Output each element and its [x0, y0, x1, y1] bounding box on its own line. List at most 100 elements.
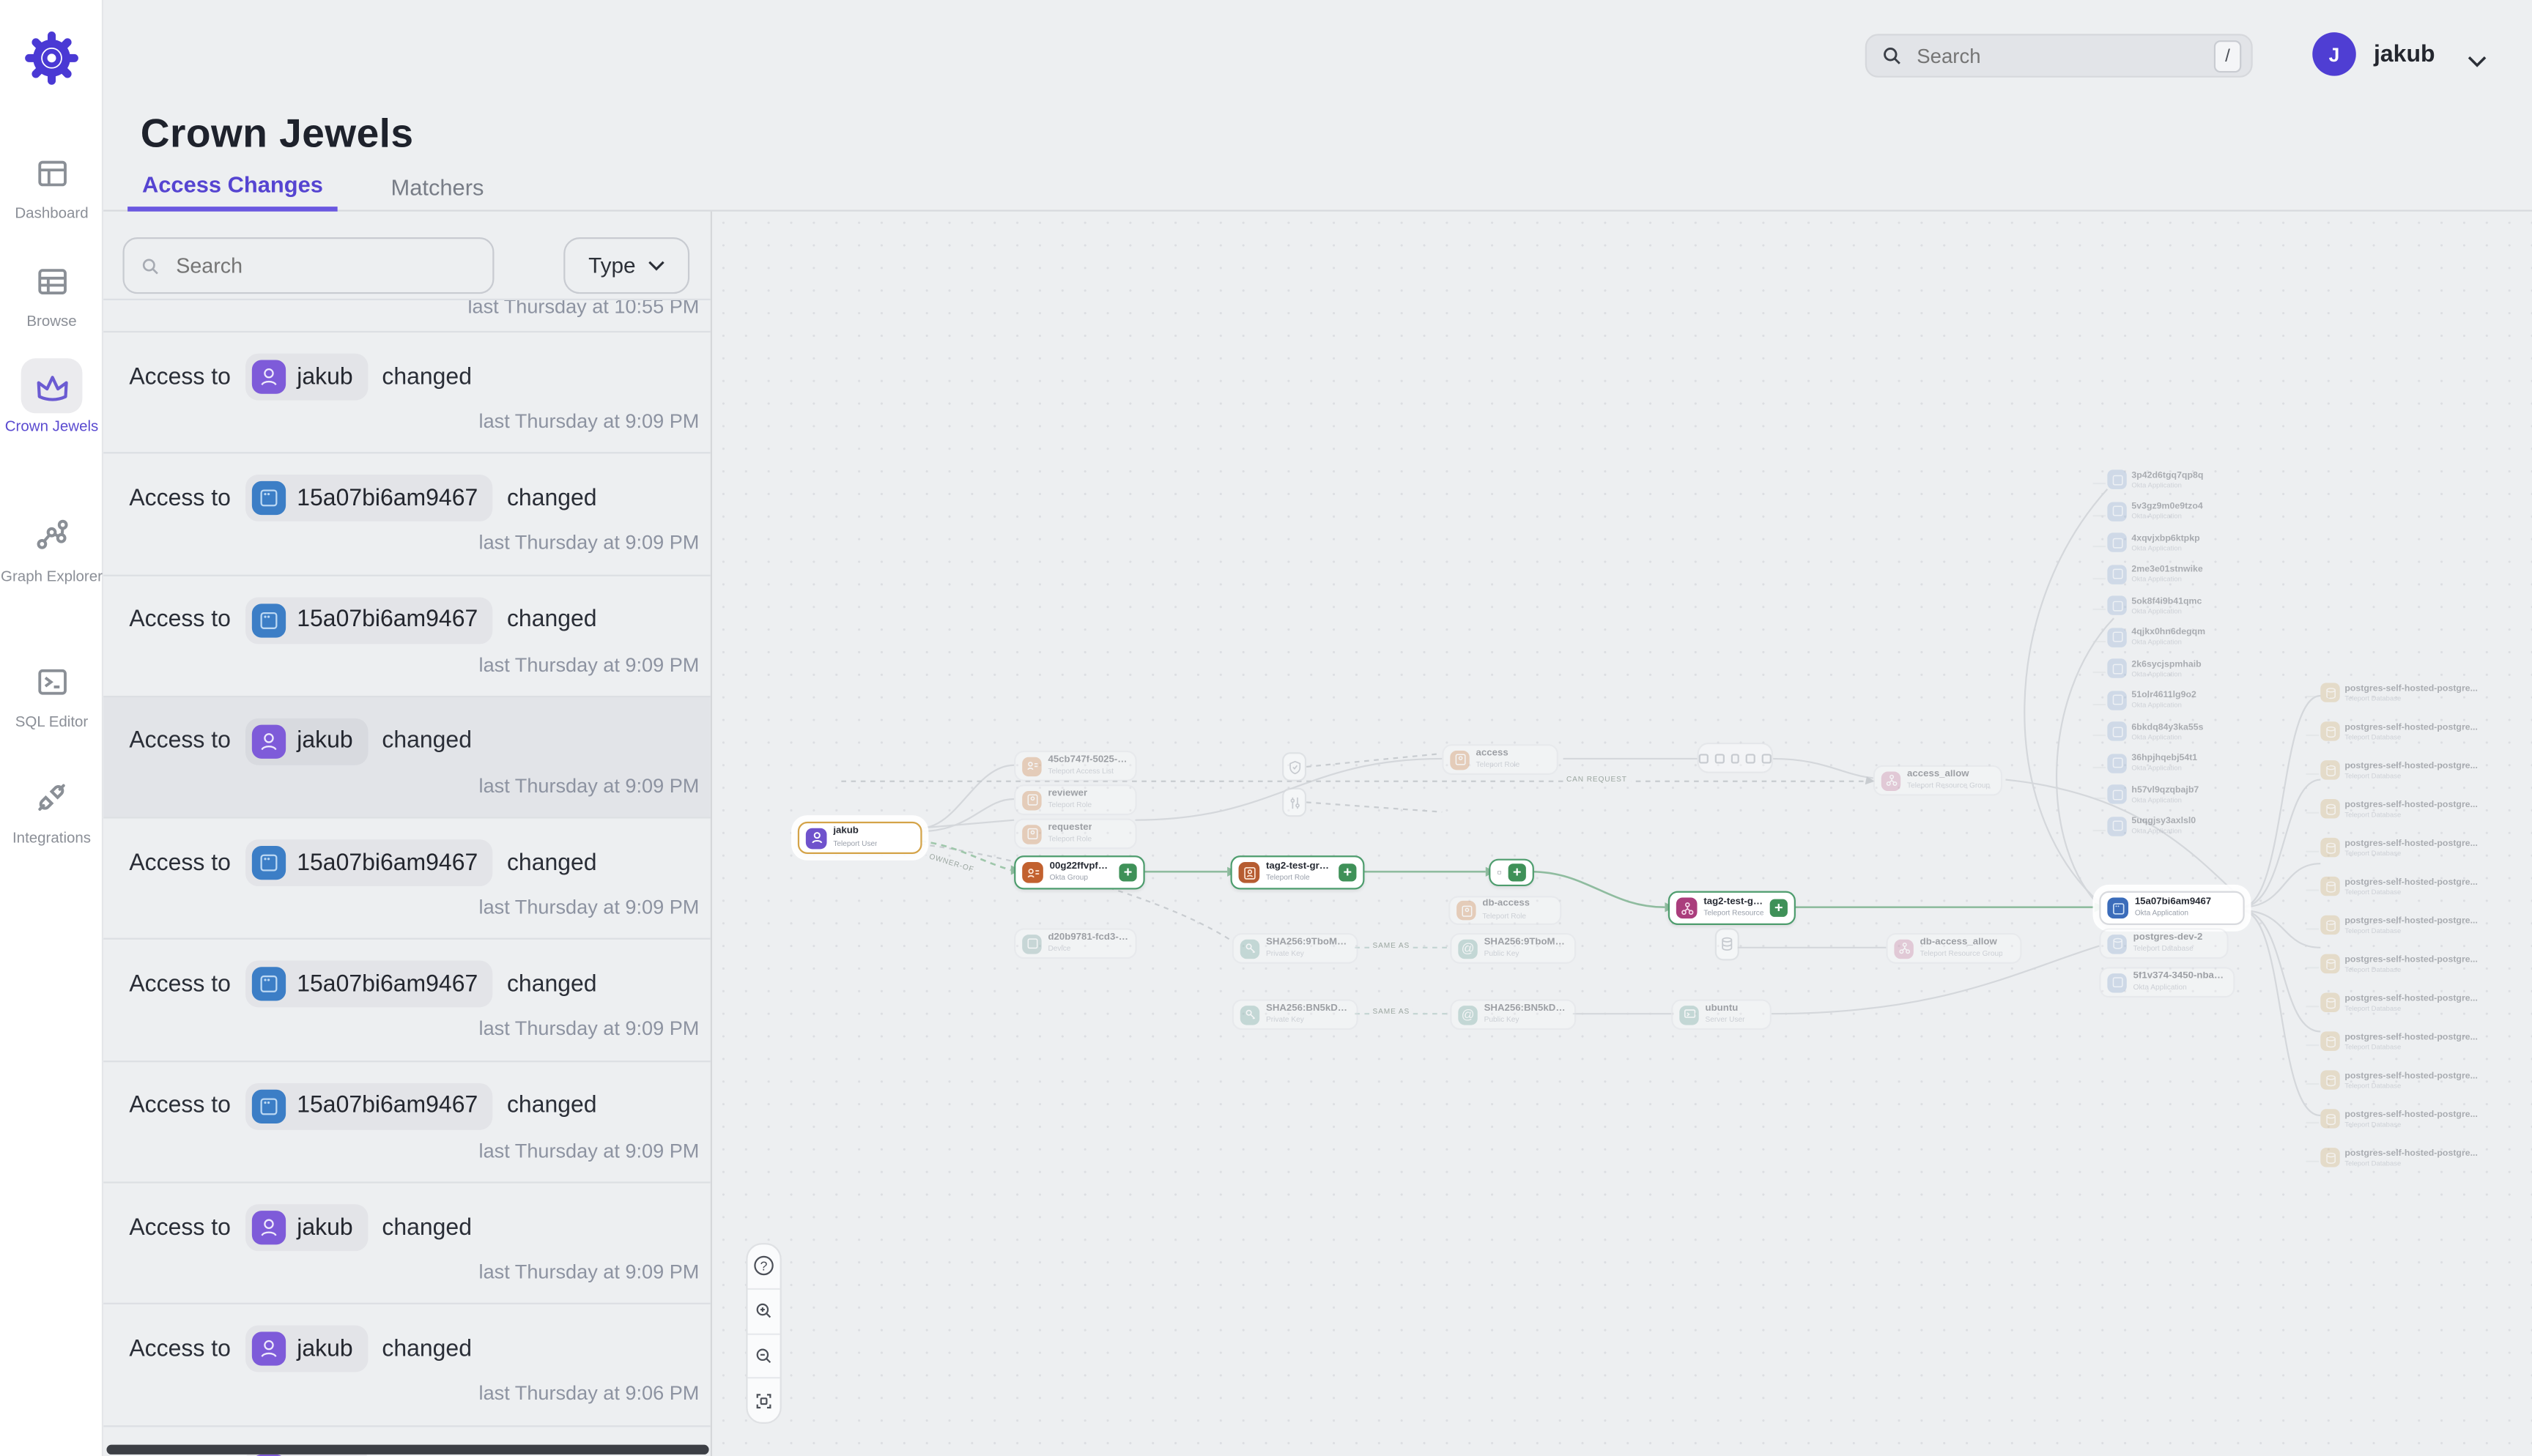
sliders-badge-icon[interactable] — [1282, 788, 1306, 817]
access-change-row[interactable]: Access to 15a07bi6am9467 changed — [103, 817, 712, 939]
graph-node-okta-app[interactable]: h57vl9qzqbajb7Okta Application — [2107, 784, 2205, 803]
zoom-out-button[interactable] — [747, 1332, 780, 1377]
expand-node-button[interactable]: + — [1119, 863, 1136, 881]
graph-node-db-access[interactable]: db-accessTeleport Role — [1448, 896, 1561, 925]
graph-node-postgres[interactable]: postgres-self-hosted-postgre...Teleport … — [2320, 683, 2478, 702]
graph-node-okta-application[interactable]: 15a07bi6am9467Okta Application — [2099, 891, 2244, 925]
graph-node-okta-app[interactable]: 4xqvjxbp6ktpkpOkta Application — [2107, 532, 2205, 551]
graph-node-postgres[interactable]: postgres-self-hosted-postgre...Teleport … — [2320, 1148, 2478, 1167]
access-change-row[interactable]: Access to 15a07bi6am9467 changed — [103, 939, 712, 1061]
graph-node-okta-app[interactable]: 5v3gz9m0e9tzo4Okta Application — [2107, 501, 2205, 520]
type-filter-dropdown[interactable]: Type — [563, 237, 689, 294]
graph-node-postgres[interactable]: postgres-self-hosted-postgre...Teleport … — [2320, 721, 2478, 740]
sidebar-item-integrations[interactable]: Integrations — [0, 770, 103, 847]
target-chip[interactable]: 15a07bi6am9467 — [245, 840, 492, 887]
access-change-row[interactable]: Access to jakub changed last Thur — [103, 696, 712, 817]
graph-node-access-allow[interactable]: access_allowTeleport Resource Group — [1873, 765, 2002, 796]
tab-access-changes[interactable]: Access Changes — [127, 161, 338, 211]
graph-node-okta-app[interactable]: 36hpjhqebj54t1Okta Application — [2107, 753, 2205, 772]
okta-application-icon — [2107, 595, 2126, 614]
graph-node-device[interactable]: d20b9781-fcd3-4417-b94c-63...Device — [1014, 928, 1137, 959]
target-chip[interactable]: jakub — [245, 354, 368, 401]
graph-node-okta-app[interactable]: 2me3e01stnwikeOkta Application — [2107, 564, 2205, 583]
node-title: ubuntu — [1706, 1004, 1745, 1017]
graph-node-teleport-role[interactable]: tag2-test-group-access-...Teleport Role … — [1231, 855, 1365, 889]
graph-node-db-access-allow[interactable]: db-access_allowTeleport Resource Group — [1886, 933, 2021, 964]
graph-node-postgres[interactable]: postgres-self-hosted-postgre...Teleport … — [2320, 760, 2478, 779]
user-avatar[interactable]: J — [2312, 32, 2356, 76]
target-chip[interactable]: jakub — [245, 718, 368, 765]
expand-node-button[interactable]: + — [1339, 863, 1356, 881]
graph-node-postgres[interactable]: postgres-self-hosted-postgre...Teleport … — [2320, 1070, 2478, 1089]
okta-application-icon — [2107, 753, 2126, 772]
graph-node-okta-app[interactable]: 5uqgjsy3axlsl0Okta Application — [2107, 816, 2205, 835]
target-chip[interactable]: 15a07bi6am9467 — [245, 597, 492, 644]
graph-node-postgres-dev-2[interactable]: postgres-dev-2Teleport Database — [2099, 928, 2228, 959]
graph-node-postgres[interactable]: postgres-self-hosted-postgre...Teleport … — [2320, 838, 2478, 857]
partial-row[interactable]: last Thursday at 10:55 PM — [103, 299, 712, 331]
horizontal-scrollbar[interactable] — [106, 1445, 708, 1455]
graph-node-public-key-a[interactable]: @ SHA256:9TboMOdnYKOPR7Z...Public Key — [1450, 933, 1576, 964]
help-button[interactable]: ? — [747, 1244, 780, 1288]
graph-node-jakub[interactable]: jakubTeleport User — [798, 822, 922, 854]
graph-node-resource-group[interactable]: tag2-test-group-access-...Teleport Resou… — [1668, 891, 1796, 925]
access-graph-canvas[interactable]: OWNER-OF CAN REQUEST SAME AS SAME AS jak… — [712, 212, 2532, 1456]
graph-node-requester[interactable]: requesterTeleport Role — [1014, 818, 1137, 849]
graph-node-postgres[interactable]: postgres-self-hosted-postgre...Teleport … — [2320, 1031, 2478, 1050]
graph-node-postgres[interactable]: postgres-self-hosted-postgre...Teleport … — [2320, 1109, 2478, 1128]
access-change-row[interactable]: Access to 15a07bi6am9467 changed — [103, 1061, 712, 1182]
access-change-row[interactable]: Access to 15a07bi6am9467 changed — [103, 574, 712, 696]
graph-node-public-key-b[interactable]: @ SHA256:BN5kDBpvUt7prJVox...Public Key — [1450, 999, 1576, 1030]
app-logo-gear-icon[interactable] — [23, 29, 81, 87]
graph-node-okta-app[interactable]: 4qjkx0hn6degqmOkta Application — [2107, 627, 2205, 646]
graph-node-postgres[interactable]: postgres-self-hosted-postgre...Teleport … — [2320, 799, 2478, 818]
graph-node-reviewer[interactable]: reviewerTeleport Role — [1014, 784, 1137, 815]
graph-node-kinds-toolbar[interactable] — [1698, 743, 1774, 773]
target-chip[interactable]: 15a07bi6am9467 — [245, 1082, 492, 1129]
sidebar-item-crown-jewels[interactable]: Crown Jewels — [0, 358, 103, 435]
row-prefix: Access to — [129, 1215, 231, 1241]
graph-node-okta-app[interactable]: 3p42d6tgq7qp8qOkta Application — [2107, 469, 2205, 489]
graph-node-okta-app[interactable]: 51olr4611lg9o2Okta Application — [2107, 690, 2205, 709]
graph-node-collapsed[interactable]: + — [1489, 859, 1534, 886]
access-change-row[interactable]: Access to jakub changed last Thur — [103, 1304, 712, 1425]
panel-search[interactable] — [123, 237, 495, 294]
graph-node-access-list[interactable]: 45cb747f-5025-430e-88fa-21...Teleport Ac… — [1014, 751, 1137, 781]
zoom-in-button[interactable] — [747, 1288, 780, 1332]
graph-node-okta-group[interactable]: 00g22ffvpfsLgcEUW0h8Okta Group + — [1014, 855, 1145, 889]
user-menu-chevron-down-icon[interactable] — [2468, 47, 2487, 76]
target-chip[interactable]: jakub — [245, 1204, 368, 1251]
target-chip[interactable]: jakub — [245, 1326, 368, 1373]
graph-node-postgres[interactable]: postgres-self-hosted-postgre...Teleport … — [2320, 993, 2478, 1012]
graph-node-okta-app[interactable]: 2k6sycjspmhaibOkta Application — [2107, 658, 2205, 677]
shield-check-badge-icon[interactable] — [1282, 752, 1306, 781]
expand-node-button[interactable]: + — [1770, 899, 1788, 917]
sidebar-item-dashboard[interactable]: Dashboard — [0, 145, 103, 222]
access-change-row[interactable]: Access to jakub changed last Thur — [103, 331, 712, 453]
graph-node-okta-app-id[interactable]: 5f1v374-3450-nba13021-ra...Okta Applicat… — [2099, 967, 2235, 998]
graph-node-postgres[interactable]: postgres-self-hosted-postgre...Teleport … — [2320, 915, 2478, 935]
expand-node-button[interactable]: + — [1509, 863, 1526, 881]
global-search[interactable]: / — [1865, 34, 2253, 78]
database-badge-icon[interactable] — [1715, 928, 1739, 960]
graph-node-postgres[interactable]: postgres-self-hosted-postgre...Teleport … — [2320, 877, 2478, 896]
access-change-row[interactable]: Access to 15a07bi6am9467 changed — [103, 453, 712, 574]
graph-node-private-key-b[interactable]: SHA256:BN5kDBpvUt7prJVox...Private Key — [1232, 999, 1358, 1030]
graph-node-private-key-a[interactable]: SHA256:9TboMOdnYKOPR7Z...Private Key — [1232, 933, 1358, 964]
graph-node-okta-app[interactable]: 6bkdq84y3ka55sOkta Application — [2107, 721, 2205, 740]
sidebar-item-browse[interactable]: Browse — [0, 253, 103, 330]
fit-view-button[interactable] — [747, 1378, 780, 1422]
target-chip[interactable]: 15a07bi6am9467 — [245, 475, 492, 522]
panel-search-input[interactable] — [173, 252, 476, 279]
graph-node-ubuntu[interactable]: ubuntuServer User — [1671, 999, 1772, 1030]
graph-node-access[interactable]: accessTeleport Role — [1442, 744, 1558, 775]
global-search-input[interactable] — [1914, 42, 2214, 68]
sidebar-item-graph-explorer[interactable]: Graph Explorer — [0, 508, 103, 585]
tab-matchers[interactable]: Matchers — [377, 161, 499, 211]
target-chip[interactable]: 15a07bi6am9467 — [245, 962, 492, 1009]
access-change-row[interactable]: Access to jakub changed last Thur — [103, 1182, 712, 1304]
graph-node-okta-app[interactable]: 5ok8f4i9b41qmcOkta Application — [2107, 595, 2205, 614]
node-title: access — [1476, 749, 1520, 761]
sidebar-item-sql-editor[interactable]: SQL Editor — [0, 654, 103, 731]
graph-node-postgres[interactable]: postgres-self-hosted-postgre...Teleport … — [2320, 954, 2478, 973]
